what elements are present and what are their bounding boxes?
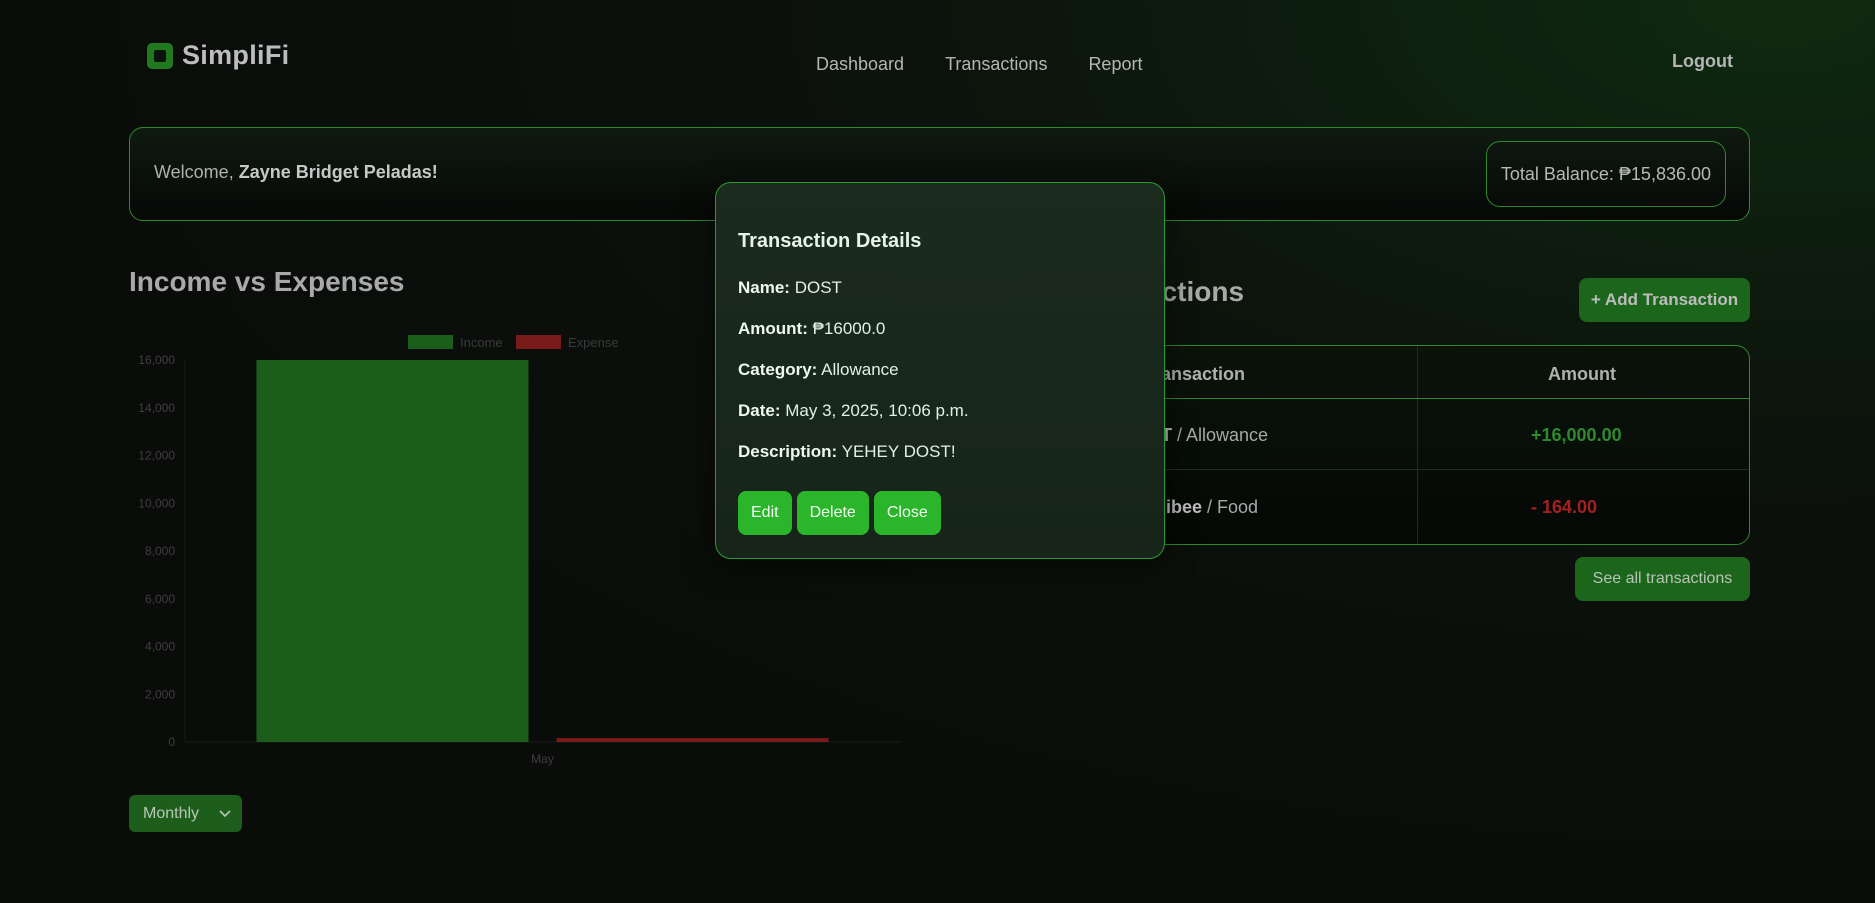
table-row[interactable]: libee / Food - 164.00 bbox=[1131, 472, 1749, 542]
y-tick-label: 10,000 bbox=[138, 496, 175, 510]
detail-label: Description: bbox=[738, 442, 838, 461]
close-button[interactable]: Close bbox=[873, 491, 941, 535]
y-tick-label: 4,000 bbox=[145, 640, 175, 654]
y-tick-label: 14,000 bbox=[138, 401, 175, 415]
detail-date: Date: May 3, 2025, 10:06 p.m. bbox=[738, 401, 969, 421]
detail-label: Amount: bbox=[738, 319, 808, 338]
transaction-name: T / Allowance bbox=[1161, 425, 1268, 446]
modal-actions: Edit Delete Close bbox=[738, 491, 941, 535]
logo-icon bbox=[146, 42, 174, 70]
see-all-transactions-button[interactable]: See all transactions bbox=[1575, 557, 1750, 601]
bar-income bbox=[256, 360, 529, 742]
transaction-name: libee / Food bbox=[1161, 497, 1258, 518]
transaction-amount: +16,000.00 bbox=[1531, 425, 1622, 445]
detail-amount: Amount: ₱16000.0 bbox=[738, 319, 885, 339]
detail-label: Date: bbox=[738, 401, 781, 420]
add-transaction-button[interactable]: + Add Transaction bbox=[1579, 278, 1750, 322]
transaction-amount: - 164.00 bbox=[1531, 497, 1598, 517]
delete-button[interactable]: Delete bbox=[796, 491, 869, 535]
period-value: Monthly bbox=[143, 804, 200, 822]
table-row[interactable]: T / Allowance +16,000.00 bbox=[1131, 400, 1749, 470]
total-balance: Total Balance: ₱15,836.00 bbox=[1485, 141, 1726, 207]
legend-swatch bbox=[516, 335, 561, 349]
legend-label: Income bbox=[460, 335, 503, 350]
detail-value: YEHEY DOST! bbox=[837, 442, 956, 461]
nav-dashboard[interactable]: Dashboard bbox=[816, 54, 904, 75]
transactions-table: ansaction Amount T / Allowance +16,000.0… bbox=[1130, 345, 1750, 545]
detail-label: Category: bbox=[738, 360, 818, 379]
detail-description: Description: YEHEY DOST! bbox=[738, 442, 956, 462]
detail-value: DOST bbox=[789, 278, 842, 297]
bar-expense bbox=[556, 738, 829, 742]
header-amount: Amount bbox=[1548, 364, 1616, 384]
main-nav: Dashboard Transactions Report bbox=[816, 54, 1142, 75]
chart-title: Income vs Expenses bbox=[129, 266, 405, 297]
legend-label: Expense bbox=[568, 335, 619, 350]
app-logo[interactable]: SimpliFi bbox=[146, 40, 289, 71]
detail-value: Allowance bbox=[817, 360, 899, 379]
logout-link[interactable]: Logout bbox=[1672, 51, 1733, 72]
chevron-down-icon bbox=[219, 805, 231, 823]
welcome-message: Welcome, Zayne Bridget Peladas! bbox=[154, 162, 438, 183]
x-tick-label: May bbox=[531, 752, 554, 766]
y-tick-label: 8,000 bbox=[145, 544, 175, 558]
edit-button[interactable]: Edit bbox=[738, 491, 792, 535]
period-select[interactable]: Monthly bbox=[129, 795, 242, 832]
welcome-prefix: Welcome, bbox=[154, 162, 239, 182]
nav-report[interactable]: Report bbox=[1088, 54, 1142, 75]
detail-label: Name: bbox=[738, 278, 790, 297]
table-header: ansaction Amount bbox=[1131, 346, 1749, 399]
y-tick-label: 2,000 bbox=[145, 687, 175, 701]
detail-category: Category: Allowance bbox=[738, 360, 899, 380]
detail-value: ₱16000.0 bbox=[807, 319, 886, 338]
legend-swatch bbox=[408, 335, 453, 349]
dashboard-page: SimpliFi Dashboard Transactions Report L… bbox=[0, 0, 1875, 903]
y-tick-label: 12,000 bbox=[138, 449, 175, 463]
modal-title: Transaction Details bbox=[738, 230, 922, 252]
app-name: SimpliFi bbox=[182, 40, 290, 70]
transaction-title: libee bbox=[1161, 497, 1203, 517]
y-tick-label: 6,000 bbox=[145, 592, 175, 606]
y-tick-label: 0 bbox=[168, 735, 175, 749]
user-name: Zayne Bridget Peladas! bbox=[238, 162, 438, 182]
transaction-category: / Food bbox=[1202, 497, 1259, 517]
transaction-details-modal: Transaction Details Name: DOST Amount: ₱… bbox=[715, 182, 1165, 559]
y-tick-label: 16,000 bbox=[138, 353, 175, 367]
header-transaction: ansaction bbox=[1161, 364, 1246, 384]
nav-transactions[interactable]: Transactions bbox=[945, 54, 1047, 75]
detail-value: May 3, 2025, 10:06 p.m. bbox=[780, 401, 969, 420]
detail-name: Name: DOST bbox=[738, 278, 842, 298]
transaction-category: / Allowance bbox=[1172, 425, 1269, 445]
